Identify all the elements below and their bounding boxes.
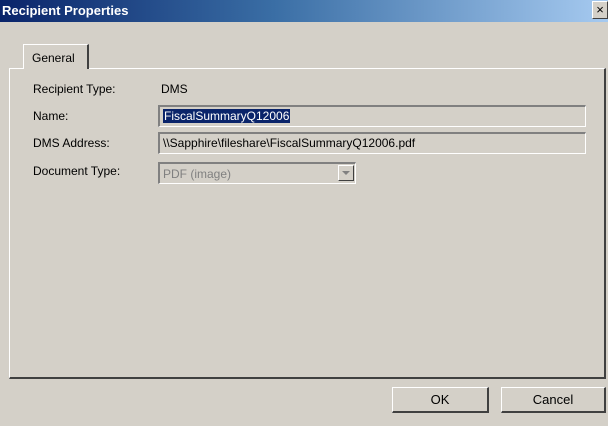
recipient-type-label: Recipient Type: — [33, 82, 116, 96]
document-type-value: PDF (image) — [163, 167, 232, 181]
close-icon: × — [596, 2, 604, 17]
chevron-down-icon — [342, 171, 350, 175]
document-type-dropdown-button[interactable] — [338, 165, 354, 181]
ok-button[interactable]: OK — [392, 387, 489, 413]
close-button[interactable]: × — [592, 1, 608, 19]
name-field[interactable]: FiscalSummaryQ12006 — [158, 105, 586, 127]
name-label: Name: — [33, 109, 69, 123]
document-type-label: Document Type: — [33, 164, 121, 178]
dms-address-value: \\Sapphire\fileshare\FiscalSummaryQ12006… — [163, 136, 416, 150]
cancel-button[interactable]: Cancel — [501, 387, 606, 413]
tab-general-label: General — [32, 51, 75, 65]
recipient-type-value: DMS — [161, 82, 188, 96]
title-bar[interactable]: Recipient Properties × — [0, 0, 608, 22]
dms-address-field[interactable]: \\Sapphire\fileshare\FiscalSummaryQ12006… — [158, 132, 586, 154]
dms-address-label: DMS Address: — [33, 136, 110, 150]
dialog-title: Recipient Properties — [2, 3, 129, 18]
document-type-dropdown[interactable]: PDF (image) — [158, 162, 356, 184]
name-field-value: FiscalSummaryQ12006 — [163, 109, 291, 123]
tab-general[interactable]: General — [23, 44, 89, 69]
recipient-properties-dialog: Recipient Properties × General Recipient… — [0, 0, 608, 426]
